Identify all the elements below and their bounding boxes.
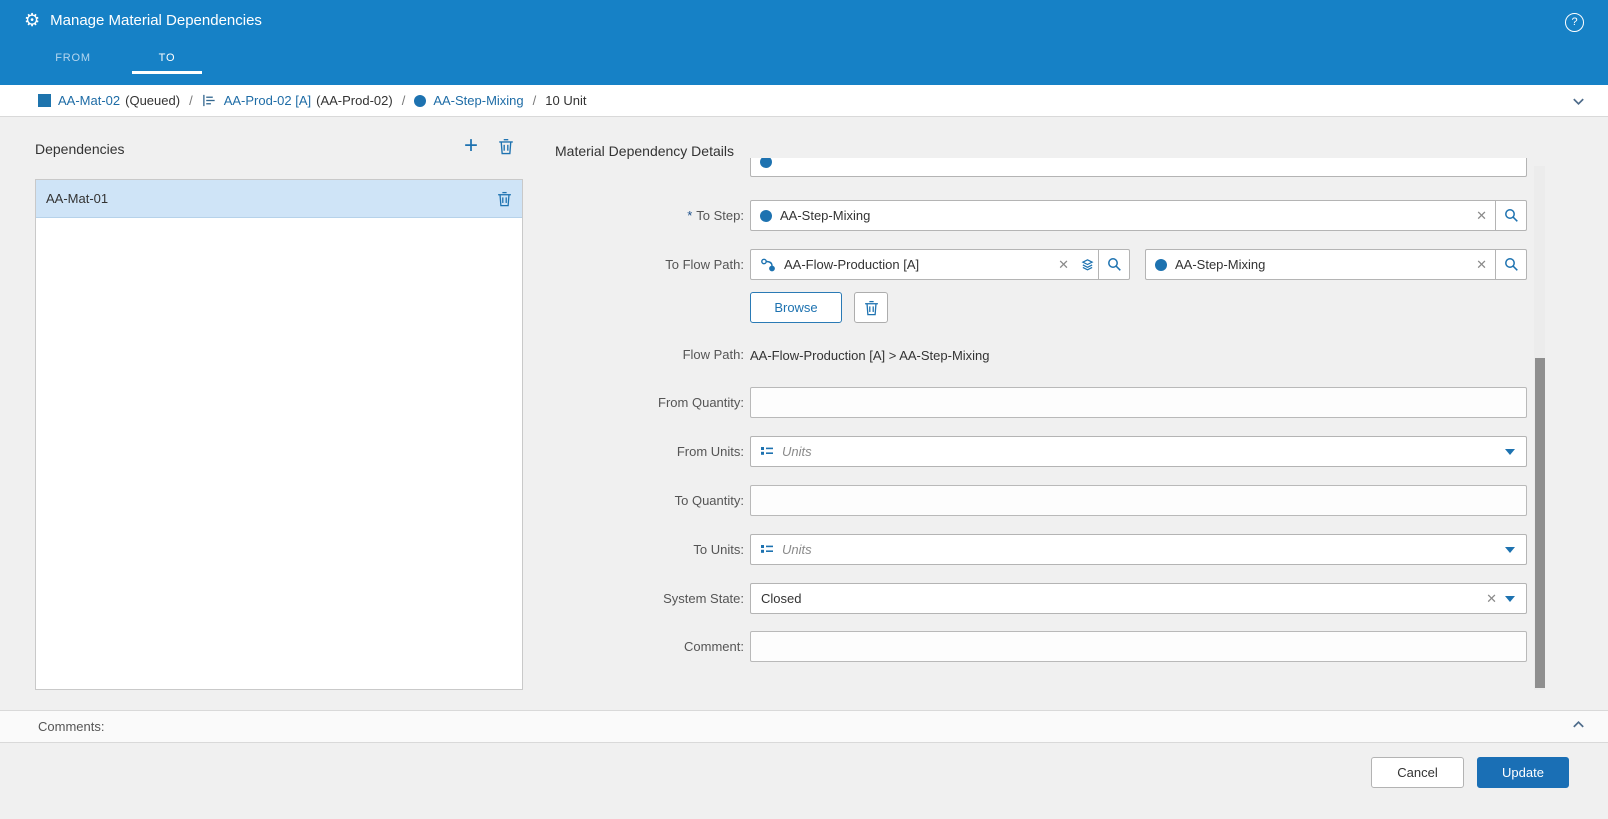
breadcrumb-separator: /	[189, 93, 193, 108]
to-quantity-label: To Quantity:	[500, 485, 744, 516]
dependencies-list: AA-Mat-01	[35, 179, 523, 690]
flow-path-label: Flow Path:	[500, 345, 744, 365]
details-scrollbar-thumb[interactable]	[1535, 358, 1545, 688]
details-title: Material Dependency Details	[555, 143, 734, 159]
comments-label: Comments:	[38, 719, 104, 734]
from-units-placeholder: Units	[782, 444, 1505, 459]
comment-label: Comment:	[500, 631, 744, 662]
to-units-dropdown[interactable]: Units	[750, 534, 1527, 565]
flow-path-trash-button[interactable]	[854, 292, 888, 323]
help-icon[interactable]: ?	[1565, 13, 1584, 32]
system-state-dropdown[interactable]: Closed ✕	[750, 583, 1527, 614]
step-icon	[1155, 259, 1167, 271]
to-flow-path-flow-field[interactable]: AA-Flow-Production [A] ✕	[750, 249, 1130, 280]
comment-input[interactable]	[750, 631, 1527, 662]
to-units-placeholder: Units	[782, 542, 1505, 557]
step-icon	[760, 158, 772, 168]
breadcrumb-separator: /	[402, 93, 406, 108]
step-icon	[414, 95, 426, 107]
to-quantity-input[interactable]	[750, 485, 1527, 516]
to-flow-path-label: To Flow Path:	[500, 249, 744, 280]
system-state-label: System State:	[500, 583, 744, 614]
breadcrumb-material-link[interactable]: AA-Mat-02	[58, 93, 120, 108]
dependency-list-item[interactable]: AA-Mat-01	[36, 180, 522, 218]
tab-to[interactable]: TO	[132, 42, 202, 74]
step-icon	[760, 210, 772, 222]
clear-icon[interactable]: ✕	[1468, 257, 1495, 273]
to-flow-path-flow-value: AA-Flow-Production [A]	[784, 257, 1050, 272]
breadcrumb-separator: /	[533, 93, 537, 108]
system-state-value: Closed	[751, 591, 1478, 606]
from-quantity-input[interactable]	[750, 387, 1527, 418]
to-units-label: To Units:	[500, 534, 744, 565]
clear-icon[interactable]: ✕	[1468, 208, 1495, 224]
comments-collapse-chevron-up-icon[interactable]	[1571, 717, 1586, 732]
from-units-dropdown[interactable]: Units	[750, 436, 1527, 467]
breadcrumb-collapse-chevron-down-icon[interactable]	[1571, 94, 1586, 109]
breadcrumb: AA-Mat-02 (Queued) / AA-Prod-02 [A] (AA-…	[0, 85, 1608, 117]
page-title: Manage Material Dependencies	[50, 12, 262, 29]
cancel-button[interactable]: Cancel	[1371, 757, 1464, 788]
manage-gear-icon: ⚙	[24, 11, 40, 29]
breadcrumb-quantity: 10 Unit	[545, 93, 586, 108]
flow-path-value: AA-Flow-Production [A] > AA-Step-Mixing	[750, 348, 990, 363]
chevron-down-icon[interactable]	[1505, 535, 1526, 564]
to-step-value: AA-Step-Mixing	[780, 208, 1468, 223]
units-list-icon	[760, 543, 774, 557]
manage-material-dependencies-window: ⚙ Manage Material Dependencies FROM TO ?…	[0, 0, 1608, 819]
breadcrumb-order-link[interactable]: AA-Prod-02 [A]	[224, 93, 311, 108]
delete-dependency-icon[interactable]	[498, 138, 514, 155]
units-list-icon	[760, 445, 774, 459]
layers-icon[interactable]	[1077, 258, 1098, 271]
clear-icon[interactable]: ✕	[1478, 591, 1505, 607]
material-status: (Queued)	[125, 93, 180, 108]
comments-section[interactable]: Comments:	[0, 710, 1608, 743]
chevron-down-icon[interactable]	[1505, 584, 1526, 613]
from-quantity-label: From Quantity:	[500, 387, 744, 418]
direction-tabs: FROM TO	[38, 42, 202, 74]
chevron-down-icon[interactable]	[1505, 437, 1526, 466]
required-marker: *	[687, 208, 692, 223]
clear-icon[interactable]: ✕	[1050, 257, 1077, 273]
search-icon[interactable]	[1098, 250, 1129, 279]
from-units-label: From Units:	[500, 436, 744, 467]
order-detail: (AA-Prod-02)	[316, 93, 393, 108]
search-icon[interactable]	[1495, 250, 1526, 279]
material-icon	[38, 94, 51, 107]
update-button[interactable]: Update	[1477, 757, 1569, 788]
tab-from[interactable]: FROM	[38, 42, 108, 74]
app-header: ⚙ Manage Material Dependencies FROM TO ?	[0, 0, 1608, 85]
to-flow-path-step-value: AA-Step-Mixing	[1175, 257, 1468, 272]
search-icon[interactable]	[1495, 201, 1526, 230]
add-dependency-icon[interactable]: +	[464, 134, 478, 158]
breadcrumb-step-link[interactable]: AA-Step-Mixing	[433, 93, 523, 108]
to-step-label: *To Step:	[500, 200, 744, 231]
clipped-field[interactable]	[750, 158, 1527, 181]
dependency-name: AA-Mat-01	[46, 191, 497, 206]
to-flow-path-step-field[interactable]: AA-Step-Mixing ✕	[1145, 249, 1527, 280]
to-step-field[interactable]: AA-Step-Mixing ✕	[750, 200, 1527, 231]
process-icon	[202, 93, 217, 108]
flow-icon	[760, 257, 776, 273]
browse-button[interactable]: Browse	[750, 292, 842, 323]
dependencies-title: Dependencies	[35, 141, 125, 157]
